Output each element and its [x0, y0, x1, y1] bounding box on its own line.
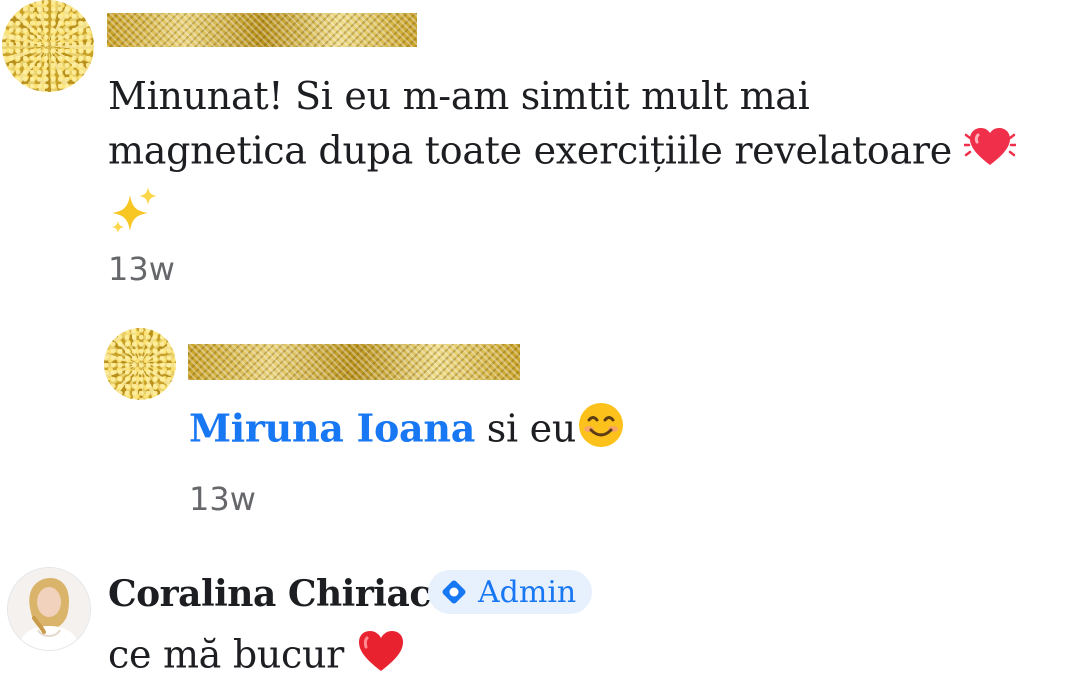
reply-text: si eu	[475, 406, 577, 451]
comment-2-reply: Miruna Ioana si eu 13w	[0, 320, 1080, 520]
admin-badge-label: Admin	[478, 574, 577, 610]
comment-text: Minunat! Si eu m-am simtit mult mai magn…	[108, 70, 1068, 249]
red-heart-icon	[356, 628, 406, 688]
comment-text: ce mă bucur	[108, 628, 406, 688]
comment-text-line-3	[108, 185, 1068, 249]
avatar-photo	[8, 568, 90, 650]
author-name-redacted[interactable]	[107, 13, 417, 47]
smiling-face-icon	[576, 400, 626, 464]
avatar[interactable]	[7, 567, 91, 651]
author-name[interactable]: Coralina Chiriac	[108, 573, 431, 615]
sparkles-icon	[108, 185, 160, 249]
avatar[interactable]	[2, 0, 94, 92]
author-name-redacted[interactable]	[188, 344, 520, 380]
beating-heart-icon	[962, 123, 1017, 185]
comment-timestamp[interactable]: 13w	[189, 480, 256, 518]
avatar[interactable]	[104, 328, 176, 400]
admin-badge: Admin	[428, 570, 593, 614]
comment-text: Miruna Ioana si eu	[189, 400, 626, 464]
comment-text-line-1: Minunat! Si eu m-am simtit mult mai	[108, 74, 810, 118]
comment-text-line-2: magnetica dupa toate exercițiile revelat…	[108, 123, 1068, 185]
mention-link[interactable]: Miruna Ioana	[189, 406, 475, 451]
admin-shield-icon	[440, 578, 468, 606]
comment-1: Minunat! Si eu m-am simtit mult mai magn…	[0, 0, 1080, 300]
comment-timestamp[interactable]: 13w	[108, 250, 175, 288]
comment-thread: Minunat! Si eu m-am simtit mult mai magn…	[0, 0, 1080, 691]
comment-text-content: ce mă bucur	[108, 632, 345, 677]
comment-3: Coralina Chiriac Admin ce mă bucur	[0, 560, 1080, 691]
